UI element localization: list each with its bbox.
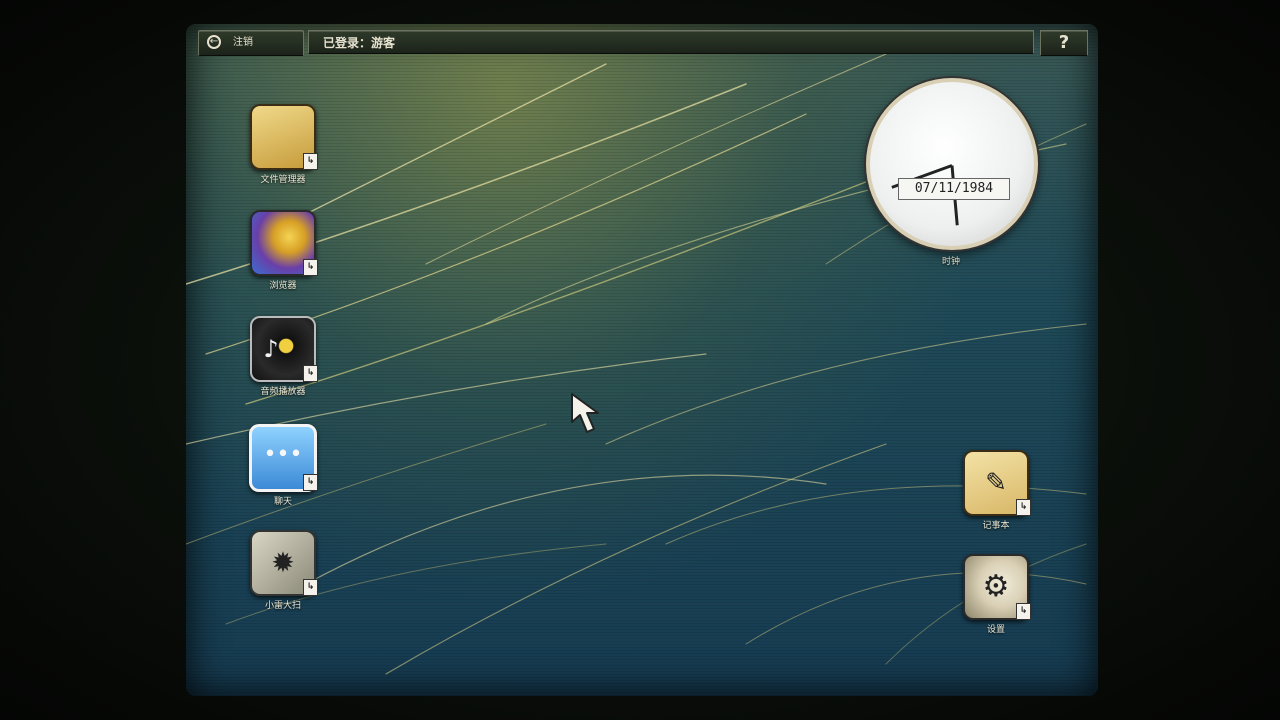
- clock-face: 07/11/1984: [866, 78, 1038, 250]
- browser-icon: ↳: [250, 210, 318, 276]
- music-player-icon: ♪ ↳: [250, 316, 318, 382]
- shortcut-arrow-icon: ↳: [303, 259, 318, 276]
- shortcut-arrow-icon: ↳: [1016, 603, 1031, 620]
- notepad-icon: ✎ ↳: [963, 450, 1031, 516]
- shortcut-arrow-icon: ↳: [303, 365, 318, 382]
- desktop-icon-file-manager[interactable]: ↳ 文件管理器: [238, 104, 328, 185]
- shortcut-arrow-icon: ↳: [1016, 499, 1031, 516]
- desktop-icon-label: 设置: [986, 625, 1005, 635]
- minesweeper-icon: ✹ ↳: [250, 530, 318, 596]
- desktop-icon-label: 小雷大扫: [264, 601, 301, 611]
- desktop-icon-label: 聊天: [273, 497, 292, 507]
- desktop-icon-audio-player[interactable]: ♪ ↳ 音频播放器: [238, 316, 328, 397]
- clock-date: 07/11/1984: [898, 178, 1010, 200]
- folder-icon: ↳: [250, 104, 318, 170]
- logout-button[interactable]: ← 注销: [198, 30, 304, 56]
- desktop-icon-settings[interactable]: ⚙ ↳ 设置: [951, 554, 1041, 635]
- shortcut-arrow-icon: ↳: [303, 474, 318, 491]
- treble-clef-icon: ♪: [263, 335, 279, 363]
- shortcut-arrow-icon: ↳: [303, 579, 318, 596]
- desktop-icon-chat[interactable]: ••• ↳ 聊天: [238, 424, 328, 507]
- desktop-icon-label: 记事本: [982, 521, 1010, 531]
- shortcut-arrow-icon: ↳: [303, 153, 318, 170]
- desktop-icon-label: 浏览器: [269, 281, 297, 291]
- top-bar: ← 注销 已登录：游客 ?: [198, 30, 1088, 56]
- login-status: 已登录：游客: [308, 30, 1034, 54]
- logout-arrow-icon: ←: [207, 35, 221, 49]
- desktop-icon-minesweeper[interactable]: ✹ ↳ 小雷大扫: [238, 530, 328, 611]
- desktop-icon-label: 文件管理器: [260, 175, 306, 185]
- clock-label: 时钟: [941, 257, 960, 267]
- logout-label: 注销: [233, 37, 253, 48]
- chat-icon: ••• ↳: [249, 424, 318, 492]
- desktop-screen: ← 注销 已登录：游客 ? ↳ 文件管理器 ↳ 浏览器 ♪ ↳ 音频播放器 ••…: [186, 24, 1098, 696]
- clock-widget[interactable]: 07/11/1984 时钟: [866, 78, 1038, 267]
- settings-icon: ⚙ ↳: [963, 554, 1031, 620]
- mouse-cursor-icon: [571, 393, 599, 433]
- desktop-icon-label: 音频播放器: [260, 387, 306, 397]
- help-button[interactable]: ?: [1040, 30, 1088, 56]
- desktop-icon-browser[interactable]: ↳ 浏览器: [238, 210, 328, 291]
- desktop-icon-notepad[interactable]: ✎ ↳ 记事本: [951, 450, 1041, 531]
